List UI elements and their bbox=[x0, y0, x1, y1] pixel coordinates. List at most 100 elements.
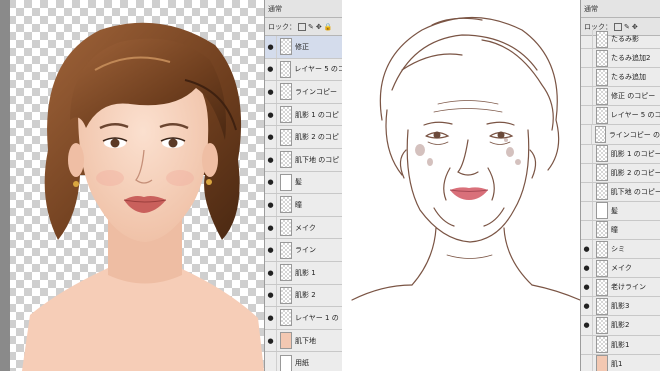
visibility-eye-icon[interactable]: ● bbox=[265, 126, 277, 148]
layer-row[interactable]: ● 肌影 1 bbox=[265, 261, 343, 285]
visibility-eye-icon[interactable] bbox=[581, 201, 593, 220]
layer-row[interactable]: ● 肌影3 bbox=[581, 297, 660, 317]
blend-mode-select[interactable]: 通常 bbox=[581, 0, 660, 18]
layer-row[interactable]: 瞳 bbox=[581, 220, 660, 241]
visibility-eye-icon[interactable] bbox=[581, 49, 593, 68]
visibility-eye-icon[interactable]: ● bbox=[265, 307, 277, 329]
layer-name: 肌影 1 のコピ bbox=[295, 110, 339, 119]
layer-thumbnail bbox=[595, 106, 608, 124]
visibility-eye-icon[interactable]: ● bbox=[265, 194, 277, 216]
layer-row[interactable]: ● メイク bbox=[265, 216, 343, 240]
brush-icon[interactable]: ✎ bbox=[308, 23, 314, 31]
layer-row[interactable]: 肌影 2 のコピー bbox=[581, 163, 660, 183]
visibility-eye-icon[interactable] bbox=[265, 352, 277, 371]
layer-thumbnail bbox=[596, 49, 608, 67]
visibility-eye-icon[interactable]: ● bbox=[265, 81, 277, 103]
layer-row[interactable]: ● レイヤー 1 の bbox=[265, 307, 343, 330]
blend-mode-select[interactable]: 通常 bbox=[265, 0, 343, 18]
visibility-eye-icon[interactable]: ● bbox=[265, 329, 277, 352]
visibility-eye-icon[interactable] bbox=[581, 354, 593, 371]
layer-row[interactable]: たるみ影 bbox=[581, 30, 660, 50]
layers-panel-right: 通常 ロック： ✎ ✥ たるみ影 たるみ追加2 たるみ追加 修正 のコピー レイヤー 5… bbox=[580, 0, 660, 371]
visibility-eye-icon[interactable]: ● bbox=[265, 261, 277, 284]
layer-row[interactable]: ● 髪 bbox=[265, 171, 343, 195]
right-canvas[interactable] bbox=[342, 0, 580, 371]
visibility-eye-icon[interactable]: ● bbox=[581, 240, 593, 259]
layer-name: 瞳 bbox=[295, 200, 302, 209]
layer-row[interactable]: ● 肌影 2 のコピ bbox=[265, 126, 343, 149]
layer-thumbnail bbox=[280, 38, 292, 56]
layer-row[interactable]: 肌影 1 のコピー bbox=[581, 144, 660, 164]
layer-thumbnail bbox=[280, 219, 292, 237]
layer-row[interactable]: ● ライン bbox=[265, 239, 343, 262]
visibility-eye-icon[interactable] bbox=[581, 163, 593, 182]
layer-row[interactable]: たるみ追加2 bbox=[581, 49, 660, 69]
layer-row[interactable]: ● 肌影 1 のコピ bbox=[265, 103, 343, 127]
layer-row[interactable]: ● 瞳 bbox=[265, 194, 343, 217]
visibility-eye-icon[interactable]: ● bbox=[581, 278, 593, 297]
lock-icon[interactable]: 🔒 bbox=[324, 23, 333, 31]
visibility-eye-icon[interactable]: ● bbox=[265, 58, 277, 81]
visibility-eye-icon[interactable] bbox=[581, 68, 593, 87]
layer-row[interactable]: ラインコピー のコ bbox=[581, 125, 660, 145]
layer-name: レイヤー 5 のコ bbox=[294, 65, 343, 74]
layers-panel-left: 通常 ロック： ✎ ✥ 🔒 ● 修正 ● レイヤー 5 のコ ● ラインコピー ● 肌影 1 … bbox=[264, 0, 343, 371]
layer-row[interactable]: ● 肌影2 bbox=[581, 316, 660, 336]
visibility-eye-icon[interactable]: ● bbox=[265, 148, 277, 171]
layer-row[interactable]: ● ラインコピー bbox=[265, 81, 343, 104]
layer-row[interactable]: ● レイヤー 5 のコ bbox=[265, 58, 343, 82]
visibility-eye-icon[interactable]: ● bbox=[265, 216, 277, 239]
layer-name: 肌影 1 bbox=[295, 268, 316, 277]
layer-name: 修正 のコピー bbox=[611, 92, 656, 101]
layer-row[interactable]: 肌影1 bbox=[581, 335, 660, 355]
visibility-eye-icon[interactable]: ● bbox=[265, 36, 277, 58]
layer-row[interactable]: レイヤー 5 のコ bbox=[581, 106, 660, 126]
layer-thumbnail bbox=[596, 30, 608, 48]
layer-row[interactable]: ● 肌影 2 bbox=[265, 284, 343, 308]
layer-row[interactable]: 修正 のコピー bbox=[581, 87, 660, 107]
visibility-eye-icon[interactable]: ● bbox=[265, 239, 277, 261]
layer-name: 瞳 bbox=[611, 225, 618, 234]
visibility-eye-icon[interactable]: ● bbox=[265, 284, 277, 307]
layer-row[interactable]: 肌下地 のコピー bbox=[581, 182, 660, 202]
layer-row[interactable]: ● 肌下地 のコピ bbox=[265, 148, 343, 172]
visibility-eye-icon[interactable]: ● bbox=[581, 259, 593, 278]
layer-row[interactable]: たるみ追加 bbox=[581, 68, 660, 88]
layer-name: 用紙 bbox=[295, 359, 309, 368]
layer-row[interactable]: 肌1 bbox=[581, 354, 660, 371]
layer-thumbnail bbox=[596, 355, 608, 371]
visibility-eye-icon[interactable] bbox=[581, 30, 593, 49]
move-icon[interactable]: ✥ bbox=[316, 23, 322, 31]
visibility-eye-icon[interactable]: ● bbox=[581, 297, 593, 316]
visibility-eye-icon[interactable] bbox=[581, 106, 593, 125]
visibility-eye-icon[interactable] bbox=[581, 220, 593, 240]
layer-row[interactable]: 髪 bbox=[581, 201, 660, 221]
layer-name: レイヤー 5 のコ bbox=[610, 111, 660, 120]
visibility-eye-icon[interactable] bbox=[581, 144, 593, 163]
visibility-eye-icon[interactable]: ● bbox=[265, 103, 277, 126]
layer-thumbnail bbox=[280, 173, 292, 191]
layer-list: ● 修正 ● レイヤー 5 のコ ● ラインコピー ● 肌影 1 のコピ ● 肌影 2 のコピ ● 肌… bbox=[265, 36, 343, 371]
layer-name: 肌下地 bbox=[295, 336, 316, 345]
layer-name: 髪 bbox=[611, 206, 618, 215]
layer-name: 肌影3 bbox=[611, 302, 630, 311]
layer-thumbnail bbox=[280, 354, 292, 371]
young-woman-illustration bbox=[22, 22, 264, 371]
left-canvas[interactable] bbox=[0, 0, 264, 371]
layer-row[interactable]: ● シミ bbox=[581, 240, 660, 260]
visibility-eye-icon[interactable]: ● bbox=[265, 171, 277, 194]
visibility-eye-icon[interactable] bbox=[581, 335, 593, 354]
layer-row[interactable]: ● 老けライン bbox=[581, 278, 660, 298]
visibility-eye-icon[interactable] bbox=[581, 125, 592, 144]
layer-name: 肌1 bbox=[611, 359, 623, 368]
visibility-eye-icon[interactable] bbox=[581, 182, 593, 201]
layer-thumbnail bbox=[280, 309, 292, 327]
layer-row[interactable]: ● メイク bbox=[581, 259, 660, 279]
lock-transparency-icon[interactable] bbox=[298, 22, 306, 31]
layer-row[interactable]: ● 修正 bbox=[265, 36, 343, 59]
visibility-eye-icon[interactable] bbox=[581, 87, 593, 106]
layer-row[interactable]: 用紙 bbox=[265, 352, 343, 371]
layer-name: ラインコピー のコ bbox=[608, 130, 660, 139]
visibility-eye-icon[interactable]: ● bbox=[581, 316, 593, 335]
layer-row[interactable]: ● 肌下地 bbox=[265, 329, 343, 353]
